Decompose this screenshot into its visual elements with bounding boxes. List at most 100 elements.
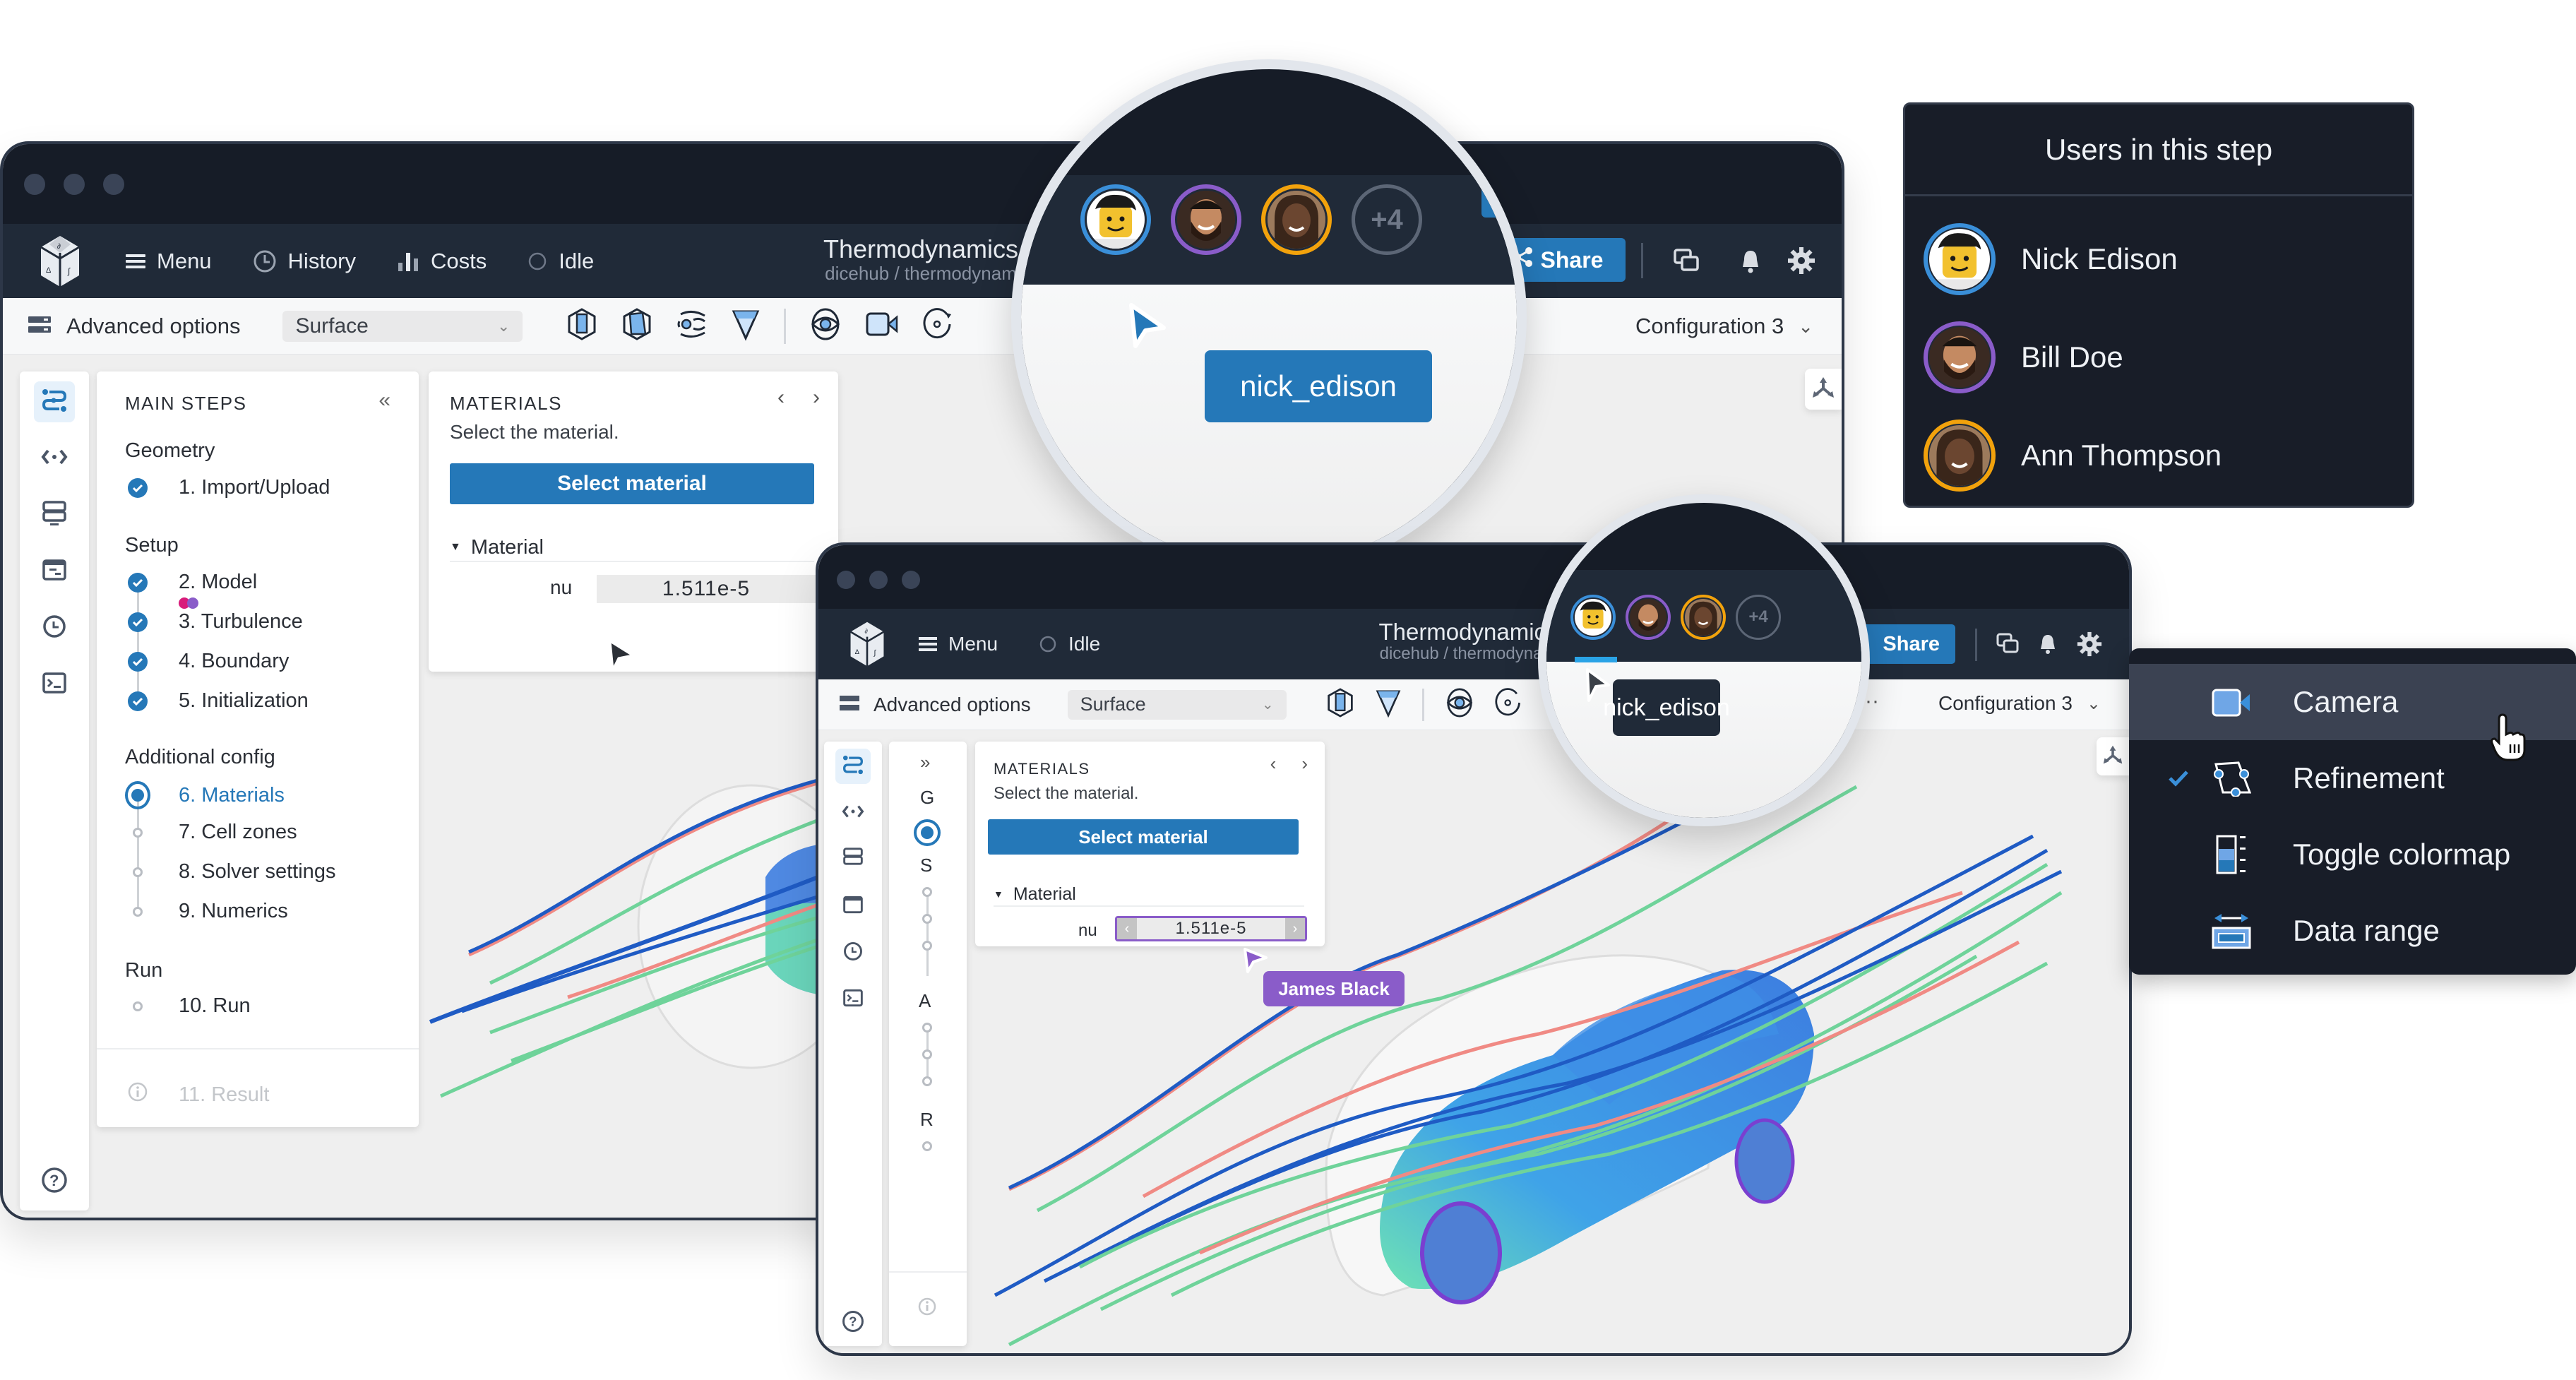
settings-gear-icon[interactable] [1787, 246, 1815, 278]
menu-button[interactable]: Menu [919, 633, 998, 655]
increment-button[interactable]: › [1285, 918, 1305, 939]
camera-icon[interactable] [865, 310, 899, 342]
view-mode-select[interactable]: Surface ⌄ [1067, 689, 1287, 720]
avatar-ann-thompson[interactable] [1261, 184, 1332, 255]
pending-step-icon[interactable] [922, 941, 932, 951]
step-run[interactable]: 10. Run [125, 994, 251, 1018]
material-section-toggle[interactable]: ▼ Material [994, 883, 1304, 907]
menu-item-data-range[interactable]: Data range [2129, 893, 2576, 969]
compact-group-a[interactable]: A [919, 990, 931, 1012]
rail-terminal-button[interactable] [34, 664, 75, 705]
pending-step-icon[interactable] [922, 1023, 932, 1033]
rail-clock-button[interactable] [835, 935, 871, 970]
solid-cube-icon[interactable] [621, 307, 652, 345]
step-cell-zones[interactable]: 7. Cell zones [125, 821, 297, 844]
view-mode-select[interactable]: Surface ⌄ [282, 310, 523, 342]
step-turbulence[interactable]: 3. Turbulence [125, 610, 303, 634]
rail-code-button[interactable] [835, 795, 871, 831]
eye-view-icon[interactable] [1445, 687, 1474, 722]
app-logo-icon[interactable]: ∂ Δ ∫ [37, 234, 83, 288]
expand-panel-button[interactable]: » [920, 751, 930, 773]
streamlines-icon[interactable] [676, 307, 708, 345]
avatar-nick-edison[interactable] [1080, 184, 1151, 255]
menu-item-toggle-colormap[interactable]: Toggle colormap [2129, 816, 2576, 893]
wireframe-cube-icon[interactable] [1326, 687, 1354, 722]
rail-clock-button[interactable] [34, 607, 75, 648]
rail-dashboard-button[interactable] [34, 551, 75, 592]
rail-server-button[interactable] [34, 494, 75, 535]
user-row-bill-doe[interactable]: Bill Doe [1924, 321, 2123, 393]
chat-icon[interactable] [1674, 249, 1699, 278]
bell-icon[interactable] [2039, 633, 2057, 659]
step-initialization[interactable]: 5. Initialization [125, 689, 309, 713]
compact-group-r[interactable]: R [920, 1109, 934, 1131]
more-users-badge[interactable]: +4 [1736, 595, 1781, 640]
axis-orientation-button[interactable] [1805, 369, 1842, 410]
next-step-button[interactable]: › [1301, 753, 1308, 775]
step-numerics[interactable]: 9. Numerics [125, 900, 288, 923]
step-model[interactable]: 2. Model [125, 571, 257, 594]
window-maximize-button[interactable] [902, 571, 920, 589]
settings-gear-icon[interactable] [2077, 631, 2102, 660]
nu-input[interactable]: 1.511e-5 [597, 575, 816, 603]
avatar-bill-doe[interactable] [1626, 595, 1671, 640]
configuration-select[interactable]: Configuration 3 ⌄ [1938, 692, 2101, 715]
avatar-ann-thompson[interactable] [1681, 595, 1726, 640]
share-button[interactable]: Share [1856, 624, 1955, 664]
eye-view-icon[interactable] [810, 307, 841, 345]
previous-step-button[interactable]: ‹ [777, 386, 785, 410]
avatar-nick-edison[interactable] [1570, 595, 1616, 640]
step-solver-settings[interactable]: 8. Solver settings [125, 860, 335, 884]
rotate-icon[interactable] [1495, 687, 1523, 722]
previous-step-button[interactable]: ‹ [1270, 753, 1277, 775]
collapse-panel-button[interactable]: « [378, 388, 390, 412]
chat-icon[interactable] [1996, 633, 2019, 659]
next-step-button[interactable]: › [813, 386, 820, 410]
step-import-upload[interactable]: 1. Import/Upload [125, 476, 330, 499]
nu-stepper[interactable]: ‹ 1.511e-5 › [1115, 916, 1307, 941]
material-section-toggle[interactable]: ▼ Material [450, 534, 814, 562]
window-maximize-button[interactable] [103, 174, 124, 195]
pending-step-icon[interactable] [922, 914, 932, 924]
bell-icon[interactable] [1740, 249, 1761, 278]
step-materials[interactable]: 6. Materials [125, 781, 285, 809]
rail-help-button[interactable]: ? [835, 1305, 871, 1340]
advanced-options-button[interactable]: Advanced options [840, 694, 1031, 716]
rail-server-button[interactable] [835, 842, 871, 877]
rail-code-button[interactable] [34, 438, 75, 479]
pending-step-icon[interactable] [922, 1141, 932, 1151]
configuration-select[interactable]: Configuration 3 ⌄ [1635, 314, 1813, 339]
rail-workflow-button[interactable] [835, 749, 871, 784]
history-button[interactable]: History [253, 249, 356, 274]
pending-step-icon[interactable] [922, 1076, 932, 1086]
rail-help-button[interactable]: ? [34, 1161, 75, 1202]
compact-group-g[interactable]: G [920, 787, 934, 809]
user-row-ann-thompson[interactable]: Ann Thompson [1924, 420, 2222, 492]
select-material-button[interactable]: Select material [450, 463, 814, 504]
step-boundary[interactable]: 4. Boundary [125, 650, 289, 673]
window-minimize-button[interactable] [64, 174, 85, 195]
window-close-button[interactable] [837, 571, 855, 589]
app-logo-icon[interactable]: ∂ Δ ∫ [847, 621, 888, 667]
select-material-button[interactable]: Select material [988, 819, 1299, 855]
rail-terminal-button[interactable] [835, 982, 871, 1017]
menu-button[interactable]: Menu [126, 249, 212, 274]
rail-dashboard-button[interactable] [835, 888, 871, 924]
pending-step-icon[interactable] [922, 1049, 932, 1059]
rail-workflow-button[interactable] [34, 381, 75, 422]
decrement-button[interactable]: ‹ [1117, 918, 1137, 939]
filter-funnel-icon[interactable] [1376, 687, 1401, 722]
window-close-button[interactable] [24, 174, 45, 195]
wireframe-cube-icon[interactable] [566, 307, 597, 345]
pending-step-icon[interactable] [922, 887, 932, 897]
compact-group-s[interactable]: S [920, 855, 932, 876]
avatar-bill-doe[interactable] [1171, 184, 1241, 255]
window-minimize-button[interactable] [869, 571, 888, 589]
costs-button[interactable]: Costs [397, 249, 487, 274]
more-tools-icon[interactable]: ·· [1865, 689, 1879, 713]
user-row-nick-edison[interactable]: Nick Edison [1924, 223, 2178, 295]
current-step-icon[interactable] [914, 819, 941, 846]
advanced-options-button[interactable]: Advanced options [28, 314, 240, 339]
rotate-icon[interactable] [923, 307, 954, 345]
more-users-badge[interactable]: +4 [1352, 184, 1422, 255]
